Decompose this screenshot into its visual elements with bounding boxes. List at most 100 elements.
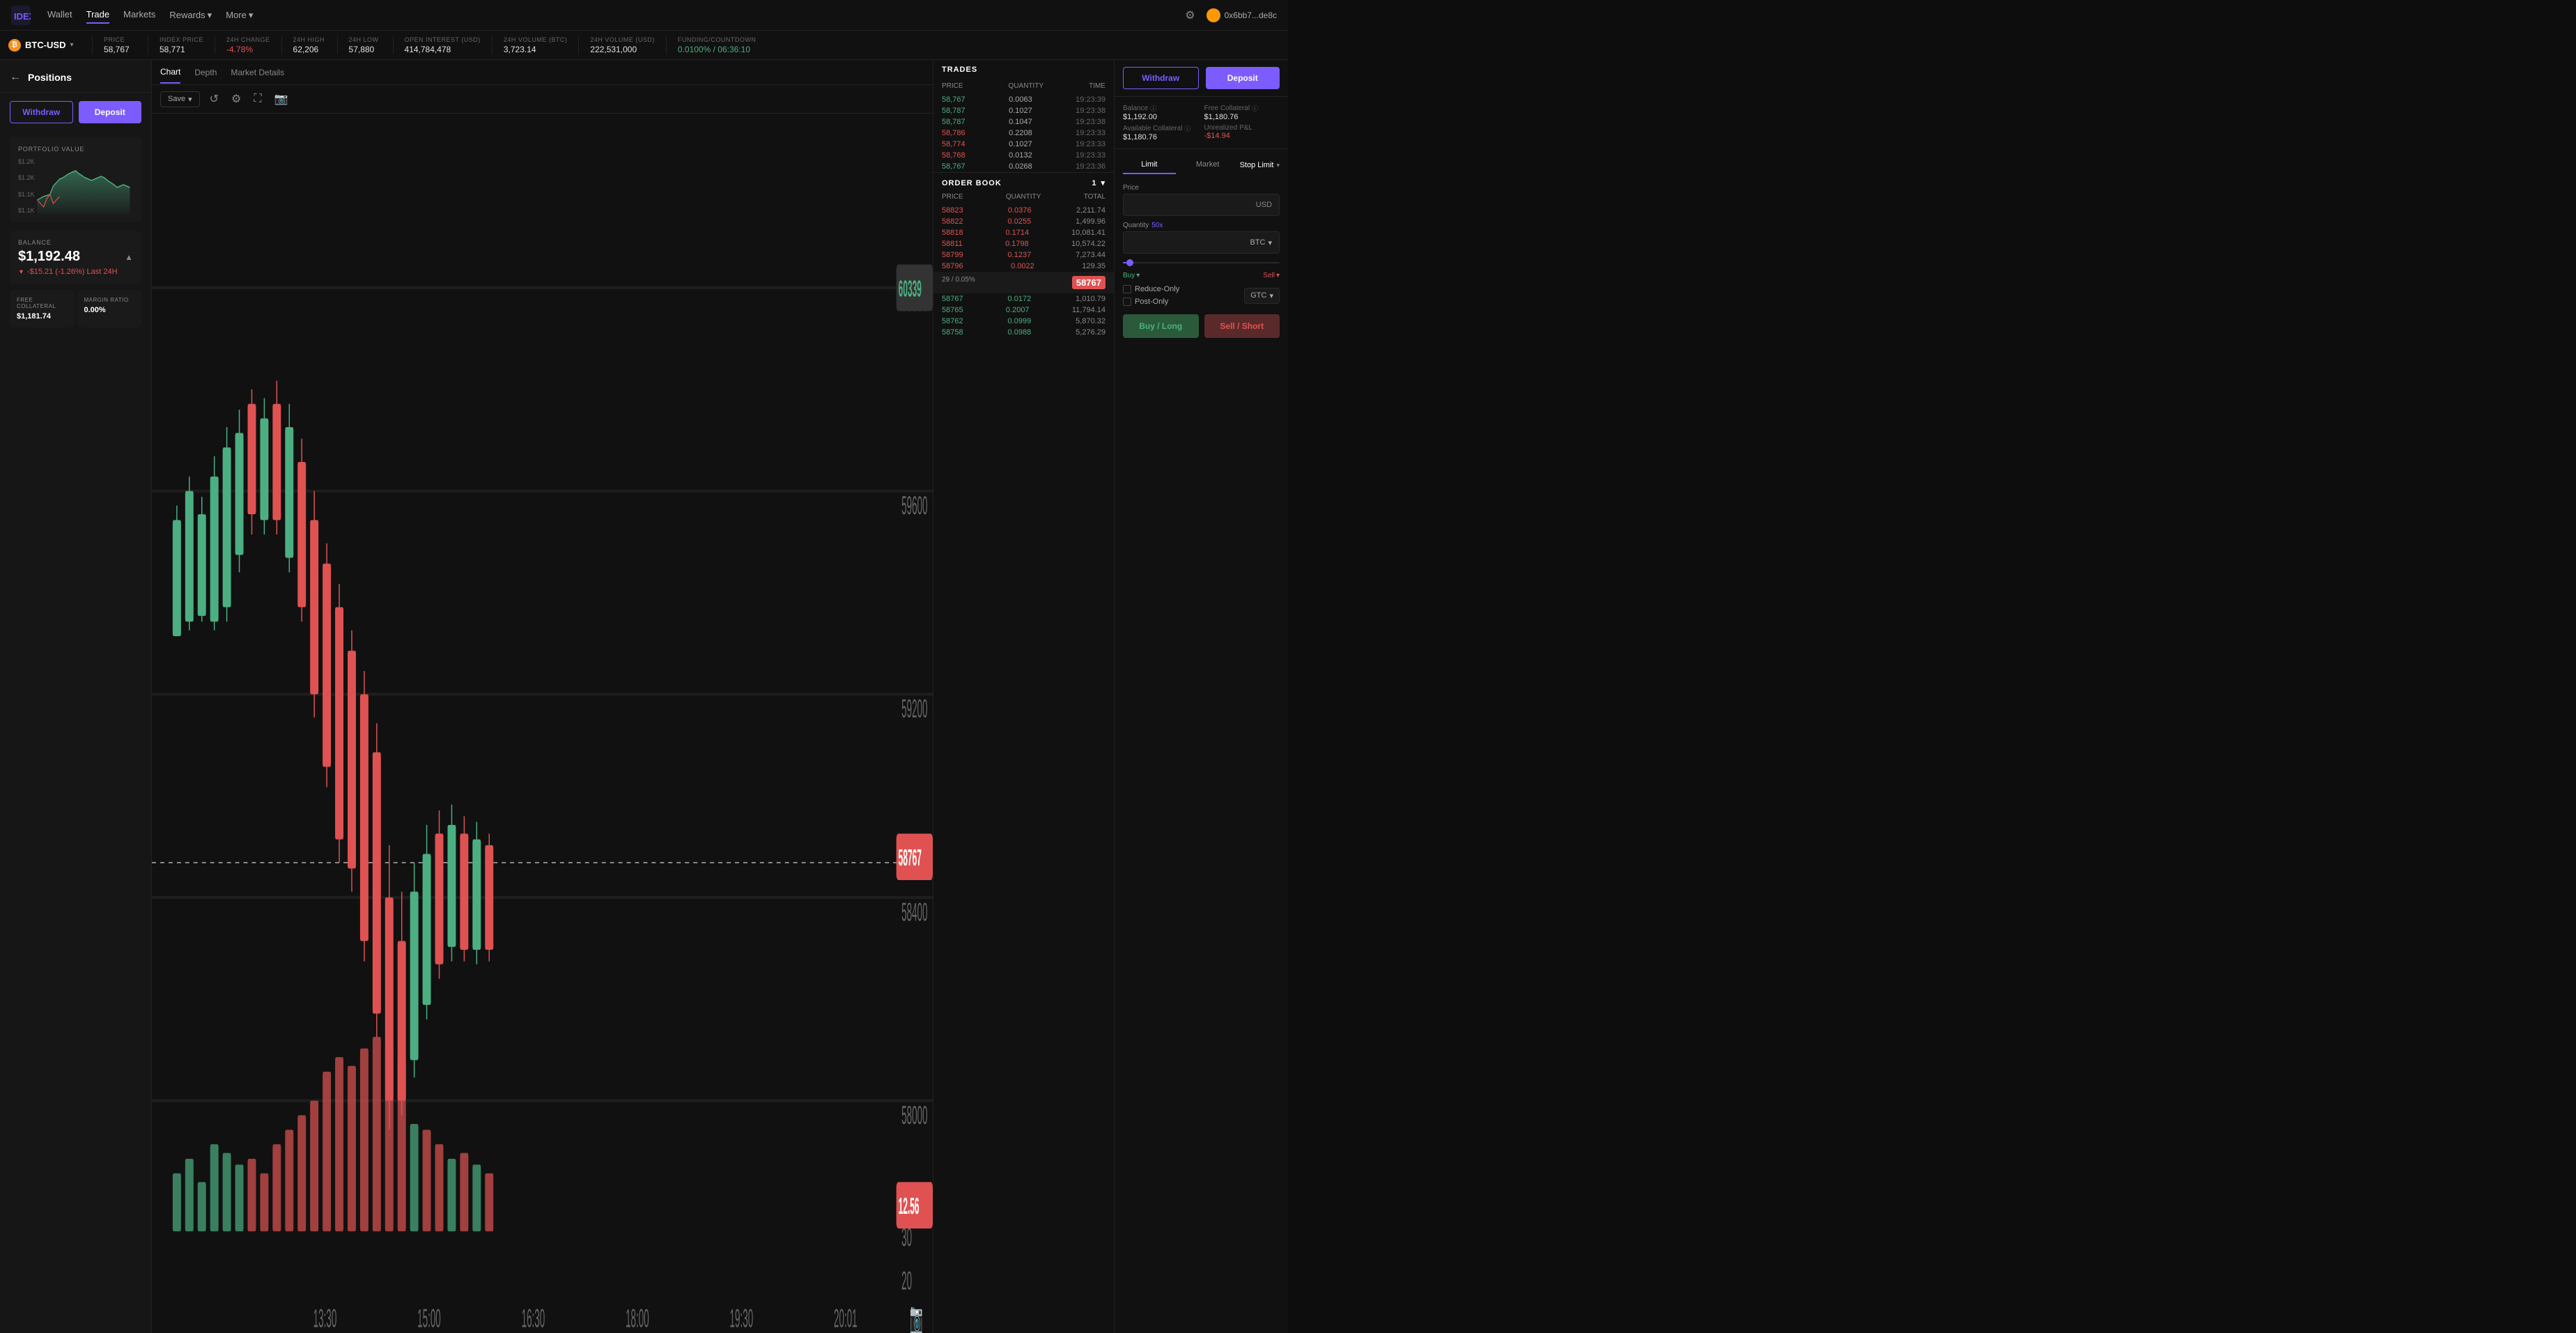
avatar: [1206, 8, 1220, 22]
panel-title: Positions: [28, 72, 72, 83]
ticker-change: 24H CHANGE -4.78%: [215, 36, 281, 54]
sell-short-button[interactable]: Sell / Short: [1204, 314, 1280, 338]
buy-side-label[interactable]: Buy ▾: [1123, 272, 1140, 279]
chart-tabs: Chart Depth Market Details: [152, 60, 933, 85]
price-input[interactable]: [1131, 200, 1256, 210]
tab-limit[interactable]: Limit: [1123, 156, 1176, 174]
nav-wallet[interactable]: Wallet: [47, 6, 72, 24]
bottom-stats: FREE COLLATERAL $1,181.74 MARGIN RATIO 0…: [10, 290, 141, 328]
ticker-high: 24H HIGH 62,206: [281, 36, 337, 54]
nav-markets[interactable]: Markets: [123, 6, 155, 24]
chart-area: 60000 59600 59200 58400 58000 30 20 5876…: [152, 114, 933, 1333]
trade-row: 58,787 0.1027 19:23:38: [933, 105, 1114, 116]
price-input-wrapper: USD: [1123, 194, 1280, 216]
tab-stop-limit[interactable]: Stop Limit ▾: [1240, 156, 1280, 174]
nav-more[interactable]: More ▾: [226, 6, 253, 24]
ticker-pair: BTC-USD: [25, 40, 66, 50]
trade-row: 58,767 0.0063 19:23:39: [933, 94, 1114, 105]
panel-header: ← Positions: [0, 60, 151, 93]
slider-thumb[interactable]: [1126, 259, 1133, 266]
orderbook-col-headers: PRICE QUANTITY TOTAL: [933, 190, 1114, 205]
main-layout: ← Positions Withdraw Deposit PORTFOLIO V…: [0, 60, 1288, 1333]
expand-icon[interactable]: ⛶: [251, 90, 264, 108]
sell-chevron: ▾: [1276, 272, 1280, 279]
svg-text:60339: 60339: [899, 276, 922, 302]
refresh-icon[interactable]: ↺: [207, 89, 222, 109]
settings-icon[interactable]: ⚙: [228, 89, 244, 109]
quantity-dropdown-icon[interactable]: ▾: [1268, 238, 1272, 247]
settings-icon[interactable]: ⚙: [1185, 8, 1195, 22]
balance-info: Balance ⓘ $1,192.00: [1123, 104, 1199, 121]
order-withdraw-button[interactable]: Withdraw: [1123, 67, 1199, 89]
ask-row: 58799 0.1237 7,273.44: [933, 249, 1114, 261]
free-collateral-info-icon[interactable]: ⓘ: [1252, 104, 1258, 113]
buy-long-button[interactable]: Buy / Long: [1123, 314, 1199, 338]
quantity-input-wrapper: BTC ▾: [1123, 231, 1280, 254]
nav-rewards[interactable]: Rewards ▾: [169, 6, 212, 24]
nav-trade[interactable]: Trade: [86, 6, 109, 24]
pair-dropdown-icon[interactable]: ▾: [70, 41, 74, 49]
withdraw-button[interactable]: Withdraw: [10, 101, 73, 123]
back-button[interactable]: ←: [10, 71, 21, 84]
order-deposit-button[interactable]: Deposit: [1206, 67, 1280, 89]
svg-text:13:30: 13:30: [313, 1303, 337, 1333]
ticker-funding: FUNDING/COUNTDOWN 0.0100% / 06:36:10: [666, 36, 768, 54]
reduce-only-label: Reduce-Only: [1135, 285, 1179, 293]
trade-row: 58,787 0.1047 19:23:38: [933, 116, 1114, 128]
svg-text:IDEX: IDEX: [14, 11, 31, 22]
checkboxes: Reduce-Only Post-Only: [1123, 285, 1239, 306]
slider-fill: [1123, 262, 1126, 263]
order-type-tabs: Limit Market Stop Limit ▾: [1115, 149, 1288, 178]
save-button[interactable]: Save ▾: [160, 91, 200, 107]
portfolio-svg: [18, 158, 133, 214]
svg-text:59600: 59600: [901, 490, 927, 520]
post-only-checkbox[interactable]: [1123, 298, 1131, 306]
quantity-row: Quantity 50x BTC ▾: [1123, 222, 1280, 254]
tab-market-details[interactable]: Market Details: [231, 62, 284, 83]
tab-market[interactable]: Market: [1181, 156, 1234, 174]
tab-chart[interactable]: Chart: [160, 61, 180, 84]
ticker-bar: ₿ BTC-USD ▾ PRICE 58,767 INDEX PRICE 58,…: [0, 31, 1288, 60]
wallet-address[interactable]: 0x6bb7...de8c: [1206, 8, 1277, 22]
free-collateral-info: Free Collateral ⓘ $1,180.76: [1204, 104, 1280, 121]
trade-row: 58,786 0.2208 19:23:33: [933, 128, 1114, 139]
balance-section: BALANCE $1,192.48 ▲ ▼ -$15.21 (-1.26%) L…: [10, 231, 141, 284]
portfolio-label: PORTFOLIO VALUE: [18, 146, 133, 153]
orderbook-panel: TRADES PRICE QUANTITY TIME 58,767 0.0063…: [933, 60, 1114, 1333]
svg-text:58767: 58767: [899, 845, 922, 871]
gtc-chevron: ▾: [1269, 291, 1273, 300]
order-panel-buttons: Withdraw Deposit: [1115, 60, 1288, 97]
balance-info-icon[interactable]: ⓘ: [1150, 104, 1156, 113]
quantity-multiplier[interactable]: 50x: [1151, 222, 1163, 229]
available-collateral-info-icon[interactable]: ⓘ: [1184, 124, 1190, 133]
deposit-button[interactable]: Deposit: [79, 101, 142, 123]
balance-expand[interactable]: ▲: [125, 252, 133, 262]
quantity-input[interactable]: [1131, 238, 1250, 247]
gtc-dropdown[interactable]: GTC ▾: [1244, 288, 1280, 304]
ticker-volume-usd: 24H VOLUME (USD) 222,531,000: [578, 36, 666, 54]
ask-row: 58796 0.0022 129.35: [933, 261, 1114, 272]
logo: IDEX: [11, 6, 31, 25]
top-nav: IDEX Wallet Trade Markets Rewards ▾ More…: [0, 0, 1288, 31]
reduce-only-checkbox[interactable]: [1123, 285, 1131, 293]
camera-icon[interactable]: 📷: [272, 89, 291, 109]
btc-icon: ₿: [8, 39, 21, 52]
order-side-labels: Buy ▾ Sell ▾: [1123, 272, 1280, 279]
ticker-symbol[interactable]: ₿ BTC-USD ▾: [8, 39, 92, 52]
portfolio-section: PORTFOLIO VALUE $1.2K $1.2K $1.1K $1.1K: [10, 137, 141, 222]
post-only-row: Post-Only: [1123, 298, 1239, 306]
chart-y-labels: $1.2K $1.2K $1.1K $1.1K: [18, 158, 35, 214]
svg-text:20:01: 20:01: [834, 1303, 858, 1333]
bid-row: 58767 0.0172 1,010.79: [933, 293, 1114, 305]
order-actions: Buy / Long Sell / Short: [1123, 311, 1280, 341]
sell-side-label[interactable]: Sell ▾: [1263, 272, 1280, 279]
trades-list: 58,767 0.0063 19:23:39 58,787 0.1027 19:…: [933, 94, 1114, 172]
stop-limit-chevron: ▾: [1276, 162, 1280, 169]
spread-row: 29 / 0.05% 58767: [933, 272, 1114, 293]
quantity-selector[interactable]: 1 ▾: [1092, 178, 1105, 187]
trades-col-headers: PRICE QUANTITY TIME: [933, 79, 1114, 94]
tab-depth[interactable]: Depth: [194, 62, 217, 83]
panel-buttons: Withdraw Deposit: [0, 93, 151, 132]
reduce-only-row: Reduce-Only: [1123, 285, 1239, 293]
leverage-slider-track: [1123, 262, 1280, 263]
